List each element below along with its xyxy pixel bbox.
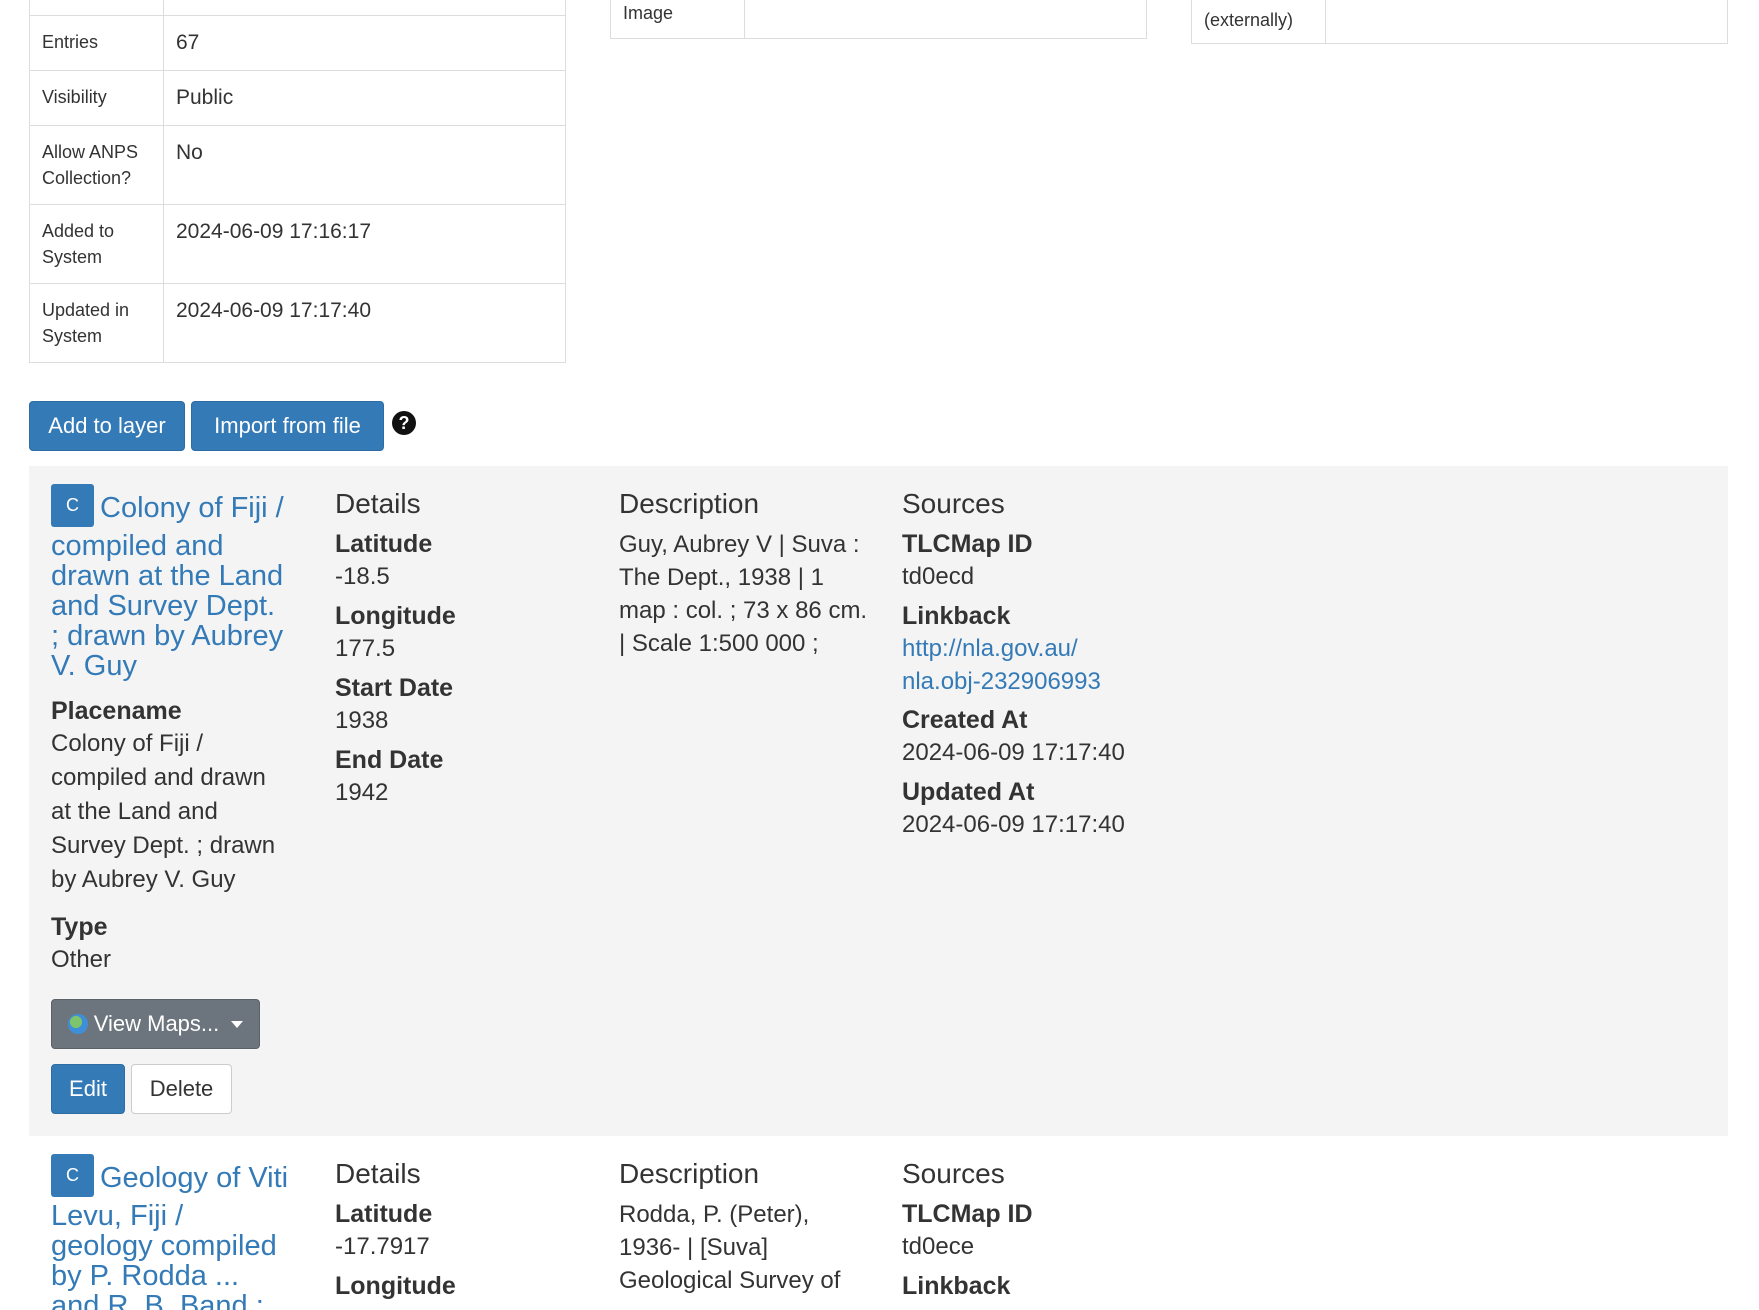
created-at-label: Created At — [902, 706, 1028, 734]
sources-column: Sources TLCMap ID td0ece Linkback — [902, 1136, 1202, 1302]
entry-badge: C — [51, 484, 94, 527]
longitude-label: Longitude — [335, 602, 456, 630]
table-row: Entries 67 — [29, 15, 566, 71]
entry-badge: C — [51, 1154, 94, 1197]
latitude-label: Latitude — [335, 530, 433, 558]
row-value — [744, 0, 1147, 39]
entry-title-column: C Colony of Fiji / compiled and drawn at … — [51, 466, 291, 1114]
latitude-value: -18.5 — [335, 563, 390, 590]
row-value: 2024-06-09 17:16:17 — [163, 204, 566, 284]
row-label: Allow ANPS Collection? — [29, 125, 164, 205]
image-info-table: Image — [610, 0, 1147, 39]
sources-heading: Sources — [902, 1158, 1005, 1189]
layer-info-table: Entries 67 Visibility Public Allow ANPS … — [29, 0, 566, 363]
start-date-value: 1938 — [335, 707, 389, 734]
latitude-label: Latitude — [335, 1200, 433, 1228]
updated-at-label: Updated At — [902, 778, 1035, 806]
add-to-layer-button[interactable]: Add to layer — [29, 401, 185, 451]
latitude-value: -17.7917 — [335, 1233, 430, 1260]
start-date-label: Start Date — [335, 674, 454, 702]
linkback-label: Linkback — [902, 1272, 1011, 1300]
details-column: Details Latitude -18.5 Longitude 177.5 S… — [335, 466, 585, 810]
description-heading: Description — [619, 1158, 760, 1189]
view-maps-label: View Maps... — [93, 1011, 220, 1036]
entry-title-column: C Geology of Viti Levu, Fiji / geology co… — [51, 1136, 291, 1310]
table-row: Image — [610, 0, 1147, 39]
row-value: 2024-06-09 17:17:40 — [163, 283, 566, 363]
created-at-value: 2024-06-09 17:17:40 — [902, 739, 1125, 766]
updated-at-value: 2024-06-09 17:17:40 — [902, 811, 1125, 838]
row-value — [163, 0, 566, 16]
row-label: (externally) — [1191, 0, 1326, 44]
tlcmap-id-label: TLCMap ID — [902, 530, 1033, 558]
table-row: Updated in System 2024-06-09 17:17:40 — [29, 283, 566, 363]
tlcmap-id-value: td0ecd — [902, 563, 975, 590]
description-text: Rodda, P. (Peter), 1936- | [Suva] Geolog… — [619, 1201, 841, 1294]
description-column: Description Rodda, P. (Peter), 1936- | [… — [619, 1136, 869, 1297]
linkback-link[interactable]: http://nla.gov.au/ nla.obj-232906993 — [902, 632, 1202, 698]
longitude-value: 177.5 — [335, 635, 396, 662]
linkback-label: Linkback — [902, 602, 1011, 630]
external-info-table: (externally) — [1191, 0, 1728, 44]
table-row — [29, 0, 566, 16]
caret-down-icon — [231, 1020, 244, 1028]
row-value: Public — [163, 70, 566, 126]
globe-icon — [67, 1014, 88, 1034]
table-row: Added to System 2024-06-09 17:16:17 — [29, 204, 566, 284]
details-column: Details Latitude -17.7917 Longitude — [335, 1136, 585, 1302]
tlcmap-id-value: td0ece — [902, 1233, 975, 1260]
sources-column: Sources TLCMap ID td0ecd Linkback http:/… — [902, 466, 1202, 842]
details-heading: Details — [335, 1158, 421, 1189]
description-text: Guy, Aubrey V | Suva : The Dept., 1938 |… — [619, 531, 868, 657]
sources-heading: Sources — [902, 488, 1005, 519]
table-row: (externally) — [1191, 0, 1728, 44]
type-label: Type — [51, 913, 108, 941]
row-value: No — [163, 125, 566, 205]
description-column: Description Guy, Aubrey V | Suva : The D… — [619, 466, 869, 660]
row-label — [29, 0, 164, 16]
row-label: Added to System — [29, 204, 164, 284]
table-row: Allow ANPS Collection? No — [29, 125, 566, 205]
end-date-value: 1942 — [335, 779, 389, 806]
row-value: 67 — [163, 15, 566, 71]
row-label: Entries — [29, 15, 164, 71]
help-icon[interactable]: ? — [392, 411, 416, 435]
linkback-line-1[interactable]: http://nla.gov.au/ — [902, 635, 1078, 662]
row-label: Updated in System — [29, 283, 164, 363]
type-value: Other — [51, 946, 112, 973]
import-from-file-button[interactable]: Import from file — [191, 401, 384, 451]
tlcmap-id-label: TLCMap ID — [902, 1200, 1033, 1228]
placename-label: Placename — [51, 697, 182, 725]
table-row: Visibility Public — [29, 70, 566, 126]
details-heading: Details — [335, 488, 421, 519]
linkback-line-2[interactable]: nla.obj-232906993 — [902, 668, 1101, 695]
entry-actions: Edit Delete — [51, 1064, 291, 1114]
row-label: Visibility — [29, 70, 164, 126]
entry-title[interactable]: C Geology of Viti Levu, Fiji / geology co… — [51, 1154, 291, 1310]
view-maps-dropdown[interactable]: View Maps... — [51, 999, 260, 1049]
delete-button[interactable]: Delete — [131, 1064, 232, 1114]
end-date-label: End Date — [335, 746, 444, 774]
entry-title[interactable]: C Colony of Fiji / compiled and drawn at … — [51, 484, 291, 681]
longitude-label: Longitude — [335, 1272, 456, 1300]
row-value — [1325, 0, 1728, 44]
description-heading: Description — [619, 488, 760, 519]
entry-card: C Geology of Viti Levu, Fiji / geology co… — [29, 1136, 1728, 1310]
placename-value: Colony of Fiji / compiled and drawn at t… — [51, 730, 276, 893]
entry-card: C Colony of Fiji / compiled and drawn at … — [29, 466, 1728, 1136]
edit-button[interactable]: Edit — [51, 1064, 125, 1114]
row-label: Image — [610, 0, 745, 39]
